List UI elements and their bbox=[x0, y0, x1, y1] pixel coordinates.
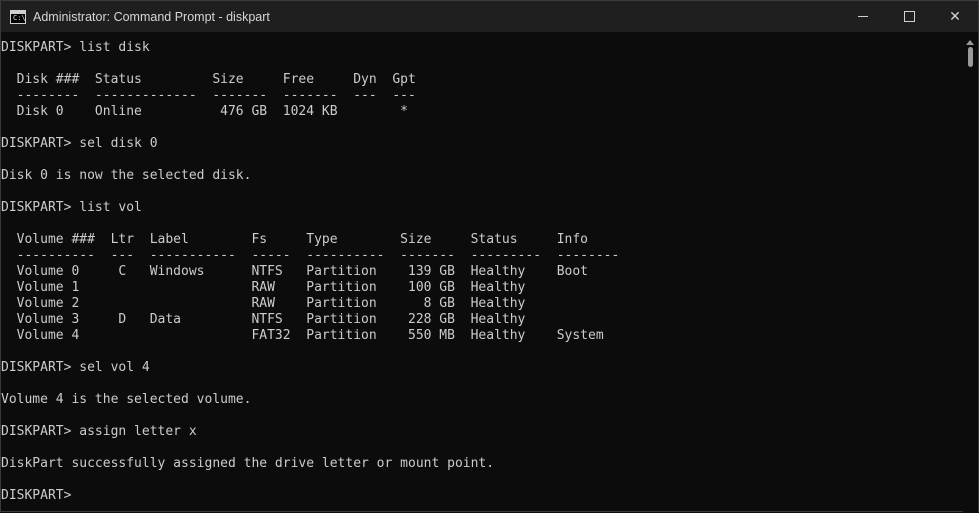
title-bar[interactable]: C:\ Administrator: Command Prompt - disk… bbox=[1, 1, 978, 32]
output-line: Disk ### Status Size Free Dyn Gpt bbox=[1, 72, 416, 87]
command-line: DISKPART> list disk bbox=[1, 40, 150, 55]
output-line: Volume 1 RAW Partition 100 GB Healthy bbox=[1, 280, 526, 295]
output-line: Volume 4 is the selected volume. bbox=[1, 392, 252, 407]
output-line: Volume ### Ltr Label Fs Type Size Status… bbox=[1, 232, 588, 247]
window-title: Administrator: Command Prompt - diskpart bbox=[33, 9, 270, 24]
output-line: Volume 3 D Data NTFS Partition 228 GB He… bbox=[1, 312, 526, 327]
output-line: Volume 0 C Windows NTFS Partition 139 GB… bbox=[1, 264, 588, 279]
console-output[interactable]: DISKPART> list disk Disk ### Status Size… bbox=[1, 40, 962, 513]
window-controls: ✕ bbox=[840, 1, 978, 32]
maximize-button[interactable] bbox=[886, 1, 932, 32]
command-line: DISKPART> list vol bbox=[1, 200, 142, 215]
output-line: Disk 0 Online 476 GB 1024 KB * bbox=[1, 104, 408, 119]
output-line: ---------- --- ----------- ----- -------… bbox=[1, 248, 620, 263]
close-button[interactable]: ✕ bbox=[932, 1, 978, 32]
console-app-icon-glyph: C:\ bbox=[13, 13, 26, 22]
command-line: DISKPART> assign letter x bbox=[1, 424, 197, 439]
command-line: DISKPART> sel vol 4 bbox=[1, 360, 150, 375]
output-line: Disk 0 is now the selected disk. bbox=[1, 168, 252, 183]
console-app-icon[interactable]: C:\ bbox=[10, 9, 26, 24]
scroll-thumb[interactable] bbox=[968, 47, 973, 67]
output-line: -------- ------------- ------- ------- -… bbox=[1, 88, 416, 103]
command-prompt-window: C:\ Administrator: Command Prompt - disk… bbox=[0, 0, 979, 513]
scroll-up-arrow-icon[interactable] bbox=[966, 40, 974, 45]
command-line: DISKPART> sel disk 0 bbox=[1, 136, 158, 151]
vertical-scrollbar[interactable] bbox=[963, 32, 978, 513]
command-line: DISKPART> bbox=[1, 488, 80, 503]
output-line: DiskPart successfully assigned the drive… bbox=[1, 456, 495, 471]
minimize-button[interactable] bbox=[840, 1, 886, 32]
output-line: Volume 4 FAT32 Partition 550 MB Healthy … bbox=[1, 328, 604, 343]
output-line: Volume 2 RAW Partition 8 GB Healthy bbox=[1, 296, 526, 311]
